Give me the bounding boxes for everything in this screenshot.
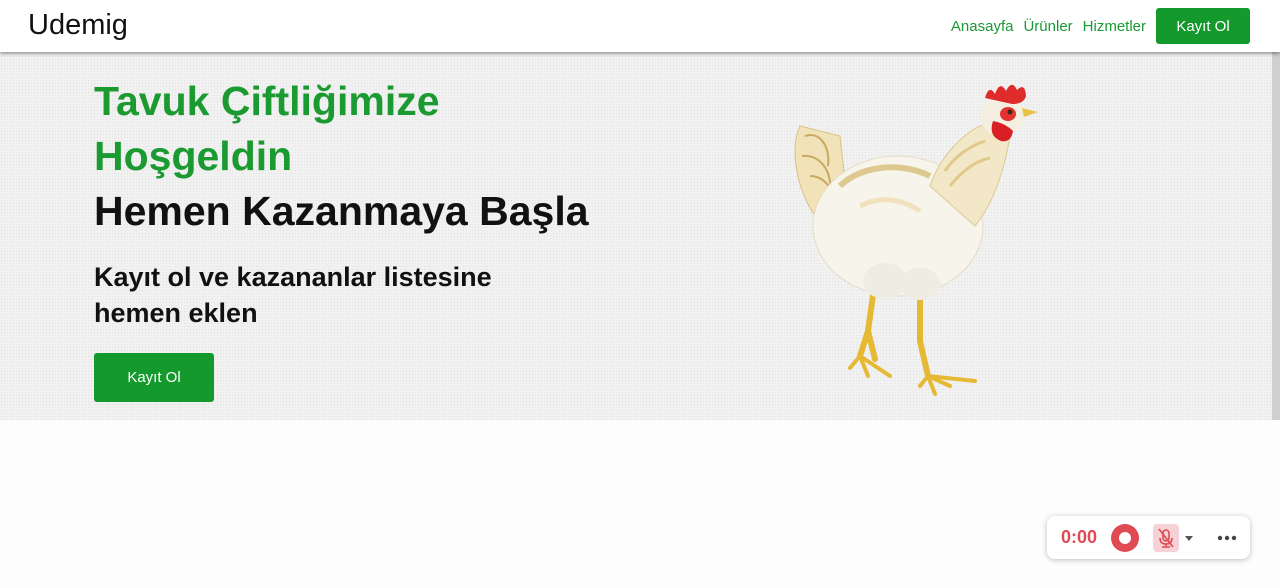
signup-button[interactable]: Kayıt Ol <box>1156 8 1250 44</box>
nav-link-hizmetler[interactable]: Hizmetler <box>1083 18 1146 35</box>
nav-links: Anasayfa Ürünler Hizmetler Kayıt Ol <box>941 8 1250 44</box>
hero-title-black: Hemen Kazanmaya Başla <box>94 188 589 234</box>
hero-subtitle: Kayıt ol ve kazananlar listesine hemen e… <box>94 262 492 328</box>
chicken-image <box>794 84 1038 396</box>
nav-link-urunler[interactable]: Ürünler <box>1023 18 1072 35</box>
record-icon[interactable] <box>1110 523 1140 553</box>
hero-section: Tavuk Çiftliğimize Hoşgeldin Hemen Kazan… <box>0 52 1280 420</box>
nav-link-anasayfa[interactable]: Anasayfa <box>951 18 1014 35</box>
hero-title-green: Tavuk Çiftliğimize Hoşgeldin <box>94 78 440 179</box>
caret-down-icon[interactable] <box>1181 524 1197 552</box>
hero-signup-button[interactable]: Kayıt Ol <box>94 353 214 402</box>
navbar: Udemig Anasayfa Ürünler Hizmetler Kayıt … <box>0 0 1280 52</box>
hero-text: Tavuk Çiftliğimize Hoşgeldin Hemen Kazan… <box>94 74 694 331</box>
recording-time: 0:00 <box>1061 527 1098 547</box>
more-icon[interactable] <box>1215 524 1239 552</box>
mic-muted-icon[interactable] <box>1153 524 1179 552</box>
screen-recorder-widget: 0:00 <box>1047 516 1250 559</box>
brand-logo[interactable]: Udemig <box>28 9 128 42</box>
